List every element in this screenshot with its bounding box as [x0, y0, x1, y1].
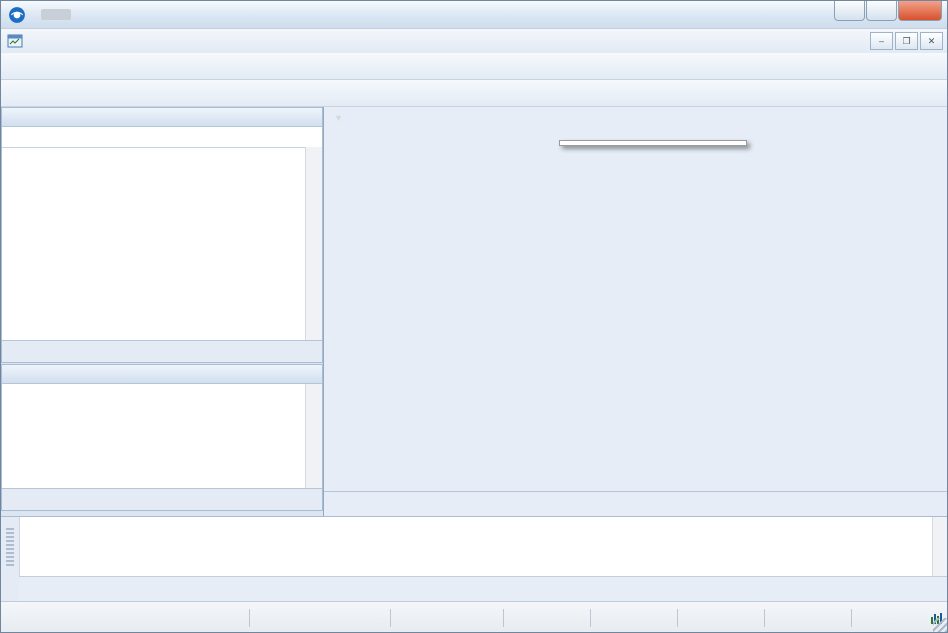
- drawing-toolbar: [1, 80, 948, 107]
- app-logo-icon: [8, 6, 26, 24]
- terminal-tab-bar: [19, 576, 948, 601]
- navigator-header[interactable]: [2, 365, 322, 384]
- terminal-panel: [1, 516, 948, 601]
- navigator-tabs: [2, 488, 322, 510]
- chart-minimize-button[interactable]: –: [870, 32, 893, 50]
- chevron-down-icon: ▼: [334, 113, 343, 123]
- terminal-drag-grip[interactable]: [6, 528, 14, 566]
- price-chart[interactable]: [324, 107, 948, 491]
- market-watch-tabs: [2, 340, 322, 362]
- market-watch-column-headers[interactable]: [2, 127, 322, 148]
- navigator-scrollbar[interactable]: [305, 384, 322, 488]
- terminal-scrollbar[interactable]: [932, 517, 948, 577]
- chart-window[interactable]: ▼: [323, 107, 948, 516]
- title-bar[interactable]: [1, 1, 948, 29]
- window-close-button[interactable]: [898, 1, 942, 21]
- chart-window-icon: [7, 33, 23, 49]
- chart-context-menu: [559, 140, 747, 146]
- chart-title: ▼: [334, 110, 354, 124]
- menu-bar: – ❐ ✕: [1, 29, 948, 54]
- chart-close-button[interactable]: ✕: [920, 32, 943, 50]
- terminal-side-strip: [1, 517, 20, 601]
- chart-tab-bar: [324, 491, 948, 516]
- navigator-panel: [1, 364, 323, 511]
- chart-restore-button[interactable]: ❐: [895, 32, 918, 50]
- application-window: – ❐ ✕ ▼: [0, 0, 948, 633]
- status-bar: [1, 601, 948, 633]
- market-watch-header[interactable]: [2, 108, 322, 127]
- standard-toolbar: [1, 53, 948, 80]
- window-restore-button[interactable]: [866, 1, 897, 21]
- censored-block: [41, 9, 71, 20]
- resize-grip[interactable]: [933, 618, 948, 633]
- market-watch-panel: [1, 107, 323, 363]
- market-watch-scrollbar[interactable]: [305, 147, 322, 340]
- window-minimize-button[interactable]: [834, 1, 865, 21]
- terminal-close-icon[interactable]: [1, 517, 19, 520]
